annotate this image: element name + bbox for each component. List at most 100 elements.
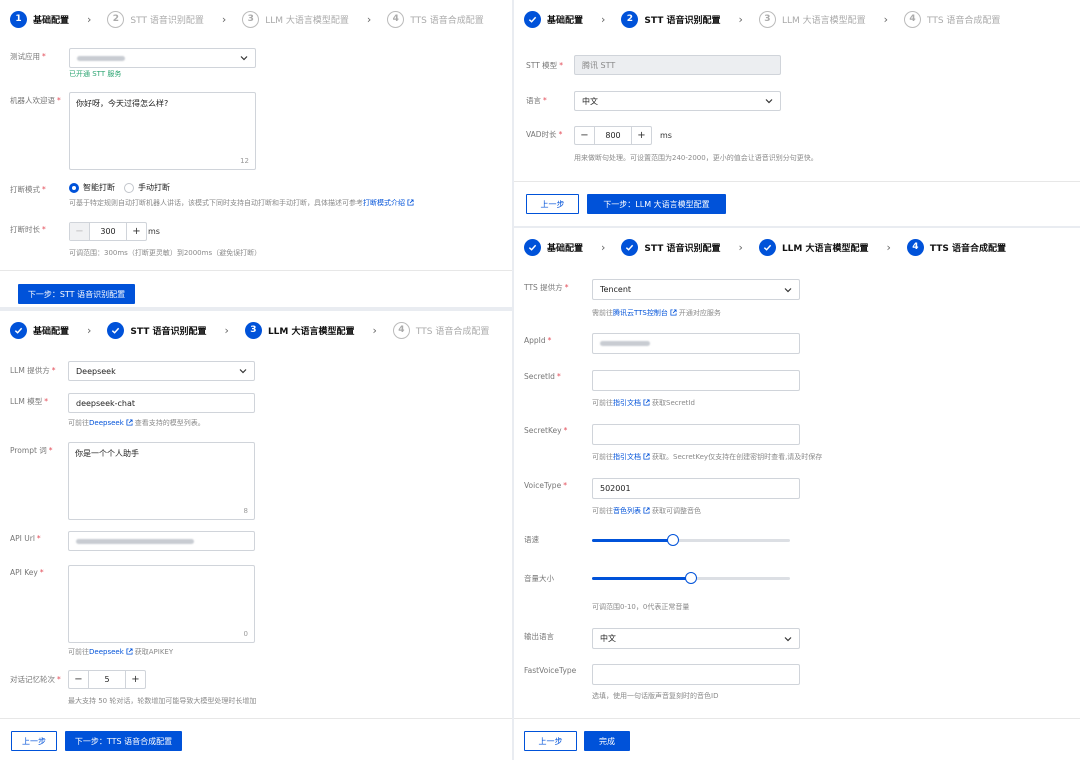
output-lang-label: 输出语言 xyxy=(524,632,554,641)
tts-console-link[interactable]: 腾讯云TTS控制台 xyxy=(613,309,668,317)
rounds-value[interactable]: 5 xyxy=(89,671,125,688)
step-number: 4 xyxy=(392,321,410,339)
chevron-right-icon: › xyxy=(224,323,229,337)
step-tts[interactable]: 4 TTS 语音合成配置 xyxy=(387,10,484,28)
chevron-right-icon: › xyxy=(738,240,743,254)
help-suffix: 查看支持的模型列表。 xyxy=(134,419,205,427)
help-suffix: 获取。SecretKey仅支持在创建密钥时查看,请及时保存 xyxy=(652,453,823,461)
chevron-right-icon: › xyxy=(601,240,606,254)
step-basic[interactable]: 基础配置 xyxy=(10,321,69,339)
slider-handle[interactable] xyxy=(667,534,680,546)
prev-button[interactable]: 上一步 xyxy=(11,731,57,751)
increment-button[interactable]: + xyxy=(631,127,651,144)
voicetype-input[interactable]: 502001 xyxy=(592,478,800,499)
step-basic[interactable]: 1 基础配置 xyxy=(10,10,69,28)
duration-stepper[interactable]: − 300 + xyxy=(69,222,147,241)
app-select[interactable] xyxy=(69,48,256,68)
vad-value[interactable]: 800 xyxy=(595,127,631,144)
finish-button[interactable]: 完成 xyxy=(584,731,630,751)
step-label: STT 语音识别配置 xyxy=(130,15,204,26)
step-label: 基础配置 xyxy=(547,15,584,26)
decrement-button[interactable]: − xyxy=(70,223,90,240)
llm-provider-select[interactable]: Deepseek xyxy=(68,361,255,381)
voice-list-link[interactable]: 音色列表 xyxy=(613,507,641,515)
fast-voicetype-input[interactable] xyxy=(592,664,800,685)
api-url-input[interactable] xyxy=(68,531,255,551)
step-llm[interactable]: 3 LLM 大语言模型配置 xyxy=(244,321,355,339)
volume-slider[interactable] xyxy=(592,571,790,585)
step-tts[interactable]: 4 TTS 语音合成配置 xyxy=(904,10,1000,28)
interrupt-doc-link[interactable]: 打断模式介绍 xyxy=(363,199,405,207)
appid-input[interactable] xyxy=(592,333,800,354)
duration-value[interactable]: 300 xyxy=(90,223,126,240)
stt-lang-select[interactable]: 中文 xyxy=(574,91,781,111)
api-key-textarea[interactable]: 0 xyxy=(68,565,255,643)
stt-model-label-text: STT 模型 xyxy=(526,61,558,70)
welcome-textarea[interactable]: 你好呀，今天过得怎么样? 12 xyxy=(69,92,256,170)
llm-model-help: 可前往Deepseek 查看支持的模型列表。 xyxy=(68,418,205,428)
volume-help: 可调范围0-10，0代表正常音量 xyxy=(592,603,690,611)
llm-provider-label: LLM 提供方 * xyxy=(10,365,55,376)
speed-slider[interactable] xyxy=(592,533,790,547)
step-stt[interactable]: 2 STT 语音识别配置 xyxy=(107,10,204,28)
step-tts[interactable]: 4 TTS 语音合成配置 xyxy=(392,321,489,339)
vad-stepper[interactable]: − 800 + xyxy=(574,126,652,145)
next-stt-button[interactable]: 下一步：STT 语音识别配置 xyxy=(18,284,135,304)
step-number: 1 xyxy=(10,10,27,28)
step-stt[interactable]: STT 语音识别配置 xyxy=(107,321,207,339)
step-stt[interactable]: 2 STT 语音识别配置 xyxy=(621,10,721,28)
step-basic[interactable]: 基础配置 xyxy=(524,238,584,256)
vad-label: VAD时长 * xyxy=(526,129,562,140)
secretkey-input[interactable] xyxy=(592,424,800,445)
tts-provider-help: 需前往腾讯云TTS控制台 开通对应服务 xyxy=(592,308,721,318)
radio-label: 手动打断 xyxy=(138,183,170,192)
appid-redacted xyxy=(600,341,650,346)
increment-button[interactable]: + xyxy=(126,223,146,240)
prompt-textarea[interactable]: 你是一个个人助手 8 xyxy=(68,442,255,520)
step-basic[interactable]: 基础配置 xyxy=(524,10,584,28)
step-number: 2 xyxy=(621,10,639,28)
step-stt[interactable]: STT 语音识别配置 xyxy=(621,238,721,256)
decrement-button[interactable]: − xyxy=(69,671,89,688)
stt-model-label: STT 模型 * xyxy=(526,60,563,71)
chevron-down-icon xyxy=(784,287,792,292)
step-llm[interactable]: LLM 大语言模型配置 xyxy=(758,238,869,256)
radio-manual-interrupt[interactable]: 手动打断 xyxy=(124,182,170,193)
help-suffix: 开通对应服务 xyxy=(678,309,721,317)
output-lang-select[interactable]: 中文 xyxy=(592,628,800,649)
step-label: 基础配置 xyxy=(547,243,584,254)
llm-model-input[interactable]: deepseek-chat xyxy=(68,393,255,413)
slider-handle[interactable] xyxy=(685,572,697,584)
step-tts[interactable]: 4 TTS 语音合成配置 xyxy=(906,238,1006,256)
prev-button[interactable]: 上一步 xyxy=(526,194,579,214)
guide-doc-link[interactable]: 指引文档 xyxy=(613,453,641,461)
divider xyxy=(0,270,512,271)
decrement-button[interactable]: − xyxy=(575,127,595,144)
help-suffix: 获取可调整音色 xyxy=(652,507,701,515)
step-label: LLM 大语言模型配置 xyxy=(781,15,866,26)
rounds-stepper[interactable]: − 5 + xyxy=(68,670,146,689)
guide-doc-link[interactable]: 指引文档 xyxy=(613,399,641,407)
voicetype-label-text: VoiceType xyxy=(524,481,562,490)
tts-provider-select[interactable]: Tencent xyxy=(592,279,800,300)
radio-smart-interrupt[interactable]: 智能打断 xyxy=(69,182,115,193)
vad-unit: ms xyxy=(660,131,672,140)
deepseek-link[interactable]: Deepseek xyxy=(89,648,124,656)
prompt-label-text: Prompt 词 xyxy=(10,446,47,455)
char-count: 12 xyxy=(240,157,249,165)
duration-label-text: 打断时长 xyxy=(10,225,40,234)
stepper-stt: 基础配置 › 2 STT 语音识别配置 › 3 LLM 大语言模型配置 › 4 TTS… xyxy=(514,0,1080,38)
external-link-icon xyxy=(643,507,650,514)
increment-button[interactable]: + xyxy=(125,671,145,688)
prev-button[interactable]: 上一步 xyxy=(524,731,577,751)
step-llm[interactable]: 3 LLM 大语言模型配置 xyxy=(242,10,349,28)
secretid-label-text: SecretId xyxy=(524,372,555,381)
deepseek-link[interactable]: Deepseek xyxy=(89,419,124,427)
secretid-input[interactable] xyxy=(592,370,800,391)
radio-dot xyxy=(124,182,134,193)
interrupt-label: 打断模式 * xyxy=(10,184,46,195)
next-llm-button[interactable]: 下一步：LLM 大语言模型配置 xyxy=(587,194,726,214)
step-llm[interactable]: 3 LLM 大语言模型配置 xyxy=(758,10,866,28)
api-key-help: 可前往Deepseek 获取APIKEY xyxy=(68,647,173,657)
next-tts-button[interactable]: 下一步：TTS 语音合成配置 xyxy=(65,731,182,751)
